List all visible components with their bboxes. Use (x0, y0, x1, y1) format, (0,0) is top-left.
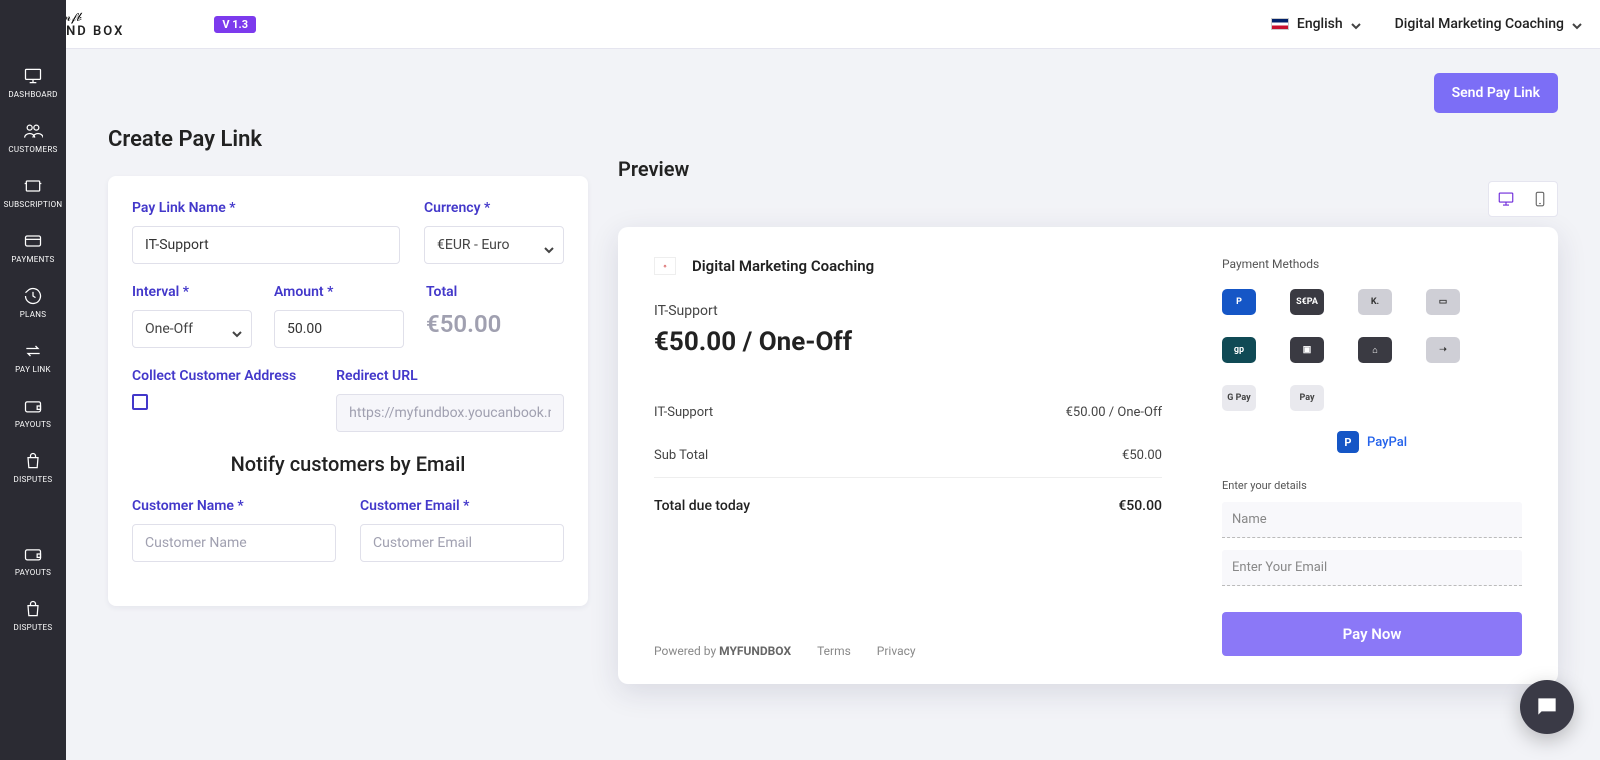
pm-paypal-icon[interactable]: P (1222, 289, 1256, 315)
mobile-preview-button[interactable] (1523, 182, 1557, 216)
amount-label: Amount * (274, 284, 404, 300)
sidebar-item-customers[interactable]: CUSTOMERS (0, 119, 66, 156)
sidebar-item-paylink[interactable]: PAY LINK (0, 339, 66, 376)
pm-card-icon[interactable]: ▭ (1426, 289, 1460, 315)
language-label: English (1297, 16, 1343, 32)
page-title: Create Pay Link (108, 127, 588, 152)
mobile-icon (1531, 190, 1549, 208)
bag-icon (23, 451, 43, 471)
pm-giropay-icon[interactable]: gp (1222, 337, 1256, 363)
monitor-icon (23, 66, 43, 86)
merchant-logo-icon: ⋄ (654, 257, 676, 275)
version-badge: V 1.3 (214, 16, 256, 33)
subtotal-label: Sub Total (654, 448, 708, 463)
pm-sofort-icon[interactable]: ➝ (1426, 337, 1460, 363)
pm-klarna-icon[interactable]: K. (1358, 289, 1392, 315)
device-toggle (1488, 181, 1558, 217)
subtotal-value: €50.00 (1122, 448, 1162, 463)
total-label: Total (426, 284, 564, 300)
flag-uk-icon (1271, 18, 1289, 30)
payment-methods-title: Payment Methods (1222, 257, 1522, 271)
amount-input[interactable] (274, 310, 404, 348)
desktop-icon (1497, 190, 1515, 208)
total-value: €50.00 (426, 310, 564, 338)
pm-sepa-icon[interactable]: S€PA (1290, 289, 1324, 315)
interval-label: Interval * (132, 284, 252, 300)
wallet-icon (23, 396, 43, 416)
preview-title: Preview (618, 157, 689, 181)
desktop-preview-button[interactable] (1489, 182, 1523, 216)
selected-payment-method: P PayPal (1222, 431, 1522, 453)
preview-price: €50.00 / One-Off (654, 327, 1162, 357)
enter-details-label: Enter your details (1222, 479, 1522, 492)
topbar: 𝓂𝒻𝒷 MY FUND BOX V 1.3 English Digital Ma… (0, 0, 1600, 49)
customer-email-input[interactable] (360, 524, 564, 562)
workspace-selector[interactable]: Digital Marketing Coaching (1395, 16, 1582, 32)
preview-card: ⋄ Digital Marketing Coaching IT-Support … (618, 227, 1558, 684)
paypal-icon: P (1337, 431, 1359, 453)
currency-label: Currency * (424, 200, 564, 216)
paylink-name-label: Pay Link Name * (132, 200, 400, 216)
chevron-down-icon (1572, 19, 1582, 29)
pm-applepay-icon[interactable]: Pay (1290, 385, 1324, 411)
terms-link[interactable]: Terms (817, 644, 851, 658)
sidebar-item-disputes[interactable]: DISPUTES (0, 449, 66, 486)
sidebar-item-dashboard[interactable]: DASHBOARD (0, 64, 66, 101)
sidebar-item-plans[interactable]: PLANS (0, 284, 66, 321)
total-due-value: €50.00 (1118, 498, 1162, 514)
selected-pm-label: PayPal (1367, 435, 1407, 450)
line-item-value: €50.00 / One-Off (1066, 405, 1162, 420)
preview-item-name: IT-Support (654, 303, 1162, 319)
exchange-icon (23, 341, 43, 361)
preview-email-input[interactable] (1222, 550, 1522, 586)
customer-name-input[interactable] (132, 524, 336, 562)
sidebar-item-payouts[interactable]: PAYOUTS (0, 394, 66, 431)
bag-icon (23, 599, 43, 619)
notify-heading: Notify customers by Email (132, 452, 564, 476)
send-pay-link-button[interactable]: Send Pay Link (1434, 73, 1558, 113)
chat-launcher[interactable] (1520, 680, 1574, 734)
pm-bancontact-icon[interactable]: ⌂ (1358, 337, 1392, 363)
customer-name-label: Customer Name * (132, 498, 336, 514)
paylink-name-input[interactable] (132, 226, 400, 264)
card-icon (23, 231, 43, 251)
currency-select[interactable]: €EUR - Euro (424, 226, 564, 264)
users-icon (23, 121, 43, 141)
merchant-name: Digital Marketing Coaching (692, 257, 874, 275)
wallet-icon (23, 544, 43, 564)
sidebar-item-subscription[interactable]: SUBSCRIPTION (0, 174, 66, 211)
workspace-label: Digital Marketing Coaching (1395, 16, 1564, 32)
pm-ideal-icon[interactable]: ▣ (1290, 337, 1324, 363)
payment-methods-grid: P S€PA K. ▭ gp ▣ ⌂ ➝ G Pay Pay (1222, 289, 1522, 411)
sidebar-item-payouts-2[interactable]: PAYOUTS (0, 542, 66, 579)
redirect-url-input[interactable] (336, 394, 564, 432)
chevron-down-icon (1351, 19, 1361, 29)
sidebar-item-disputes-2[interactable]: DISPUTES (0, 597, 66, 634)
customer-email-label: Customer Email * (360, 498, 564, 514)
privacy-link[interactable]: Privacy (877, 644, 916, 658)
chat-icon (1534, 694, 1560, 720)
preview-name-input[interactable] (1222, 502, 1522, 538)
collect-address-label: Collect Customer Address (132, 368, 296, 384)
pm-googlepay-icon[interactable]: G Pay (1222, 385, 1256, 411)
collect-address-checkbox[interactable] (132, 394, 148, 410)
interval-select[interactable]: One-Off (132, 310, 252, 348)
history-icon (23, 286, 43, 306)
powered-by: Powered by MYFUNDBOX (654, 644, 791, 658)
sidebar: DASHBOARD CUSTOMERS SUBSCRIPTION PAYMENT… (0, 0, 66, 760)
main-content: Send Pay Link Create Pay Link Pay Link N… (66, 49, 1600, 760)
line-item-label: IT-Support (654, 405, 713, 420)
sidebar-item-payments[interactable]: PAYMENTS (0, 229, 66, 266)
total-due-label: Total due today (654, 498, 750, 514)
redirect-url-label: Redirect URL (336, 368, 564, 384)
layers-icon (23, 176, 43, 196)
create-paylink-card: Pay Link Name * Currency * €EUR - Euro (108, 176, 588, 606)
language-selector[interactable]: English (1271, 16, 1361, 32)
pay-now-button[interactable]: Pay Now (1222, 612, 1522, 656)
